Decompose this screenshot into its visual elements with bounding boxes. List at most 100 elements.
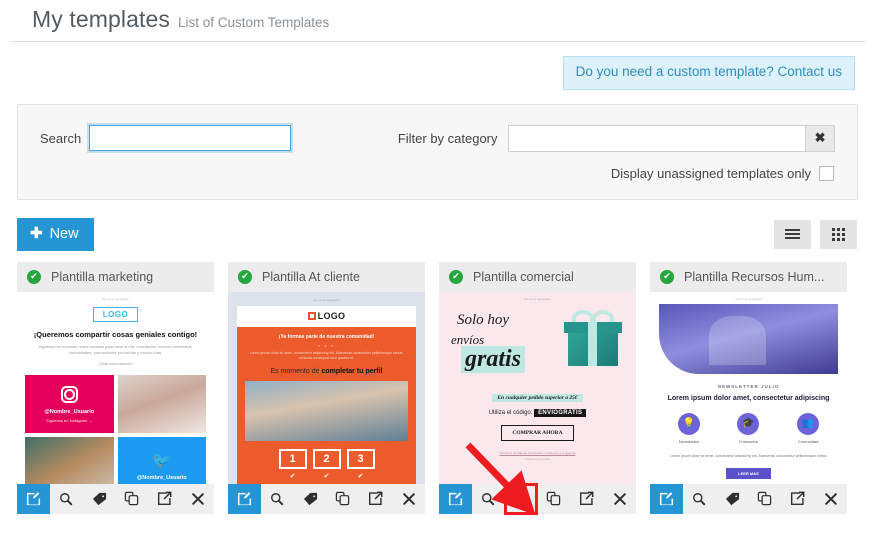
unassigned-checkbox[interactable] bbox=[819, 165, 834, 181]
thumb-body-block: ¡Ya formas parte de nuestra comunidad! •… bbox=[237, 326, 416, 484]
template-card[interactable]: ✔ Plantilla comercial Ver en el navegado… bbox=[439, 261, 636, 515]
search-input[interactable] bbox=[87, 123, 293, 154]
thumb-logo-bar: LOGO bbox=[237, 305, 416, 327]
card-header: ✔ Plantilla At cliente bbox=[228, 261, 425, 292]
thumb-dots: • • • bbox=[318, 342, 335, 348]
thumb-heading: ¡Ya formas parte de nuestra comunidad! bbox=[278, 333, 375, 340]
template-card[interactable]: ✔ Plantilla marketing Ver en el navegado… bbox=[17, 261, 214, 514]
instagram-cta: Síguenos en Instagram → bbox=[46, 417, 93, 423]
graduation-icon: 🎓 bbox=[737, 412, 760, 435]
thumb-body: Lorem ipsum dolor sit amet, consectetur … bbox=[249, 350, 404, 361]
thumb-logo: LOGO bbox=[92, 306, 139, 322]
step-check-icon: ✔ bbox=[357, 473, 364, 481]
thumb-code-line: Utiliza el código: ENVIOGRATIS bbox=[439, 408, 636, 417]
grid-view-button[interactable] bbox=[820, 219, 857, 249]
thumb-body: Síguenos en nuestras redes sociales para… bbox=[38, 344, 193, 356]
export-button[interactable] bbox=[148, 484, 181, 514]
template-thumbnail[interactable]: Ver en el navegador LOGO ¡Queremos compa… bbox=[17, 291, 214, 484]
thumb-footer-2: Política de privacidad bbox=[525, 457, 550, 461]
twitter-panel: 🐦 @Nombre_Usuario bbox=[117, 437, 206, 484]
thumb-photo-2 bbox=[25, 437, 114, 484]
list-view-icon bbox=[785, 229, 800, 240]
card-title: Plantilla Recursos Hum... bbox=[684, 269, 825, 284]
preview-button[interactable] bbox=[50, 484, 83, 514]
card-action-bar bbox=[228, 483, 425, 514]
instagram-icon bbox=[60, 385, 78, 403]
thumb-heading: Lorem ipsum dolor amet, consectetur adip… bbox=[667, 394, 830, 402]
clear-category-button[interactable]: ✖ bbox=[806, 124, 835, 152]
category-input[interactable] bbox=[507, 124, 807, 152]
view-toggle-group bbox=[774, 219, 858, 249]
feature-item: 👥 Comunidad bbox=[797, 412, 820, 444]
thumb-preheader: Ver en el navegador bbox=[735, 296, 762, 301]
feature-item: 💡 Novedades bbox=[677, 412, 700, 444]
tag-button[interactable] bbox=[83, 484, 116, 514]
thumb-line-1: Solo hoy bbox=[457, 311, 510, 328]
delete-button[interactable] bbox=[392, 484, 425, 514]
step-item: 1 ✔ bbox=[278, 449, 307, 481]
thumb-body: Lorem ipsum dolor sit amet, consectetur … bbox=[670, 453, 827, 458]
delete-button[interactable] bbox=[814, 484, 847, 514]
edit-button[interactable] bbox=[439, 483, 472, 514]
list-view-button[interactable] bbox=[774, 219, 811, 249]
duplicate-button[interactable] bbox=[537, 484, 570, 514]
thumb-footer-1: Términos de baja de suscripción | Añáden… bbox=[499, 450, 576, 455]
check-circle-icon: ✔ bbox=[660, 269, 674, 284]
thumb-photo bbox=[245, 381, 408, 442]
check-circle-icon: ✔ bbox=[238, 269, 252, 284]
feature-label: Comunidad bbox=[797, 438, 819, 444]
action-toolbar: ✚ New bbox=[17, 217, 858, 251]
duplicate-button[interactable] bbox=[115, 484, 148, 514]
thumb-photo-1 bbox=[117, 375, 206, 434]
edit-button[interactable] bbox=[650, 483, 683, 514]
template-thumbnail[interactable]: Ver en el navegador Solo hoy envíos grat… bbox=[439, 291, 636, 484]
page-subtitle: List of Custom Templates bbox=[177, 15, 330, 30]
preview-button[interactable] bbox=[261, 484, 294, 514]
new-template-button[interactable]: ✚ New bbox=[17, 217, 94, 251]
category-label: Filter by category bbox=[397, 130, 498, 146]
duplicate-button[interactable] bbox=[748, 484, 781, 514]
card-action-bar bbox=[650, 483, 847, 514]
search-label: Search bbox=[40, 130, 82, 146]
thumb-subheading: Es momento de completar tu perfil bbox=[270, 368, 383, 376]
template-thumbnail[interactable]: Ver en el navegador NEWSLETTER JULIO Lor… bbox=[650, 291, 847, 484]
template-card[interactable]: ✔ Plantilla At cliente Ver en el navegad… bbox=[228, 261, 425, 514]
grid-view-icon bbox=[832, 227, 845, 241]
step-check-icon: ✔ bbox=[323, 473, 330, 481]
contact-us-banner[interactable]: Do you need a custom template? Contact u… bbox=[562, 56, 855, 90]
template-thumbnail[interactable]: Ver en el navegador LOGO ¡Ya formas part… bbox=[228, 291, 425, 484]
edit-button[interactable] bbox=[228, 483, 261, 514]
preview-button[interactable] bbox=[683, 484, 716, 514]
delete-button[interactable] bbox=[603, 484, 636, 514]
preview-button[interactable] bbox=[472, 484, 505, 514]
card-header: ✔ Plantilla Recursos Hum... bbox=[650, 261, 847, 292]
filter-row-secondary: Display unassigned templates only bbox=[40, 165, 835, 181]
tag-button[interactable] bbox=[716, 484, 749, 514]
tag-button[interactable] bbox=[294, 484, 327, 514]
gift-box-icon bbox=[562, 309, 624, 368]
instagram-panel: @Nombre_Usuario Síguenos en Instagram → bbox=[25, 375, 114, 434]
thumb-cta-button: COMPRAR AHORA bbox=[501, 424, 574, 441]
thumb-condition: En cualquier pedido superior a 25€ bbox=[492, 393, 583, 402]
thumb-hero: Solo hoy envíos gratis bbox=[439, 304, 636, 386]
twitter-username: @Nombre_Usuario bbox=[136, 475, 187, 482]
step-item: 2 ✔ bbox=[312, 449, 341, 481]
duplicate-button[interactable] bbox=[326, 484, 359, 514]
thumb-body-2: ¿Nos conectamos? bbox=[98, 361, 133, 367]
delete-button[interactable] bbox=[181, 484, 214, 514]
step-number: 1 bbox=[278, 449, 307, 470]
twitter-icon: 🐦 bbox=[152, 452, 172, 470]
thumb-code-label: Utiliza el código: bbox=[488, 409, 533, 416]
export-button[interactable] bbox=[570, 484, 603, 514]
thumb-line-3: gratis bbox=[461, 345, 526, 373]
export-button[interactable] bbox=[781, 484, 814, 514]
template-card[interactable]: ✔ Plantilla Recursos Hum... Ver en el na… bbox=[650, 261, 847, 514]
edit-button[interactable] bbox=[17, 483, 50, 514]
export-button[interactable] bbox=[359, 484, 392, 514]
page-title: My templates bbox=[32, 6, 170, 32]
tag-button[interactable] bbox=[503, 482, 539, 515]
step-check-icon: ✔ bbox=[289, 473, 296, 481]
card-title: Plantilla At cliente bbox=[262, 269, 360, 284]
card-action-bar bbox=[17, 483, 214, 514]
card-title: Plantilla marketing bbox=[51, 269, 154, 284]
